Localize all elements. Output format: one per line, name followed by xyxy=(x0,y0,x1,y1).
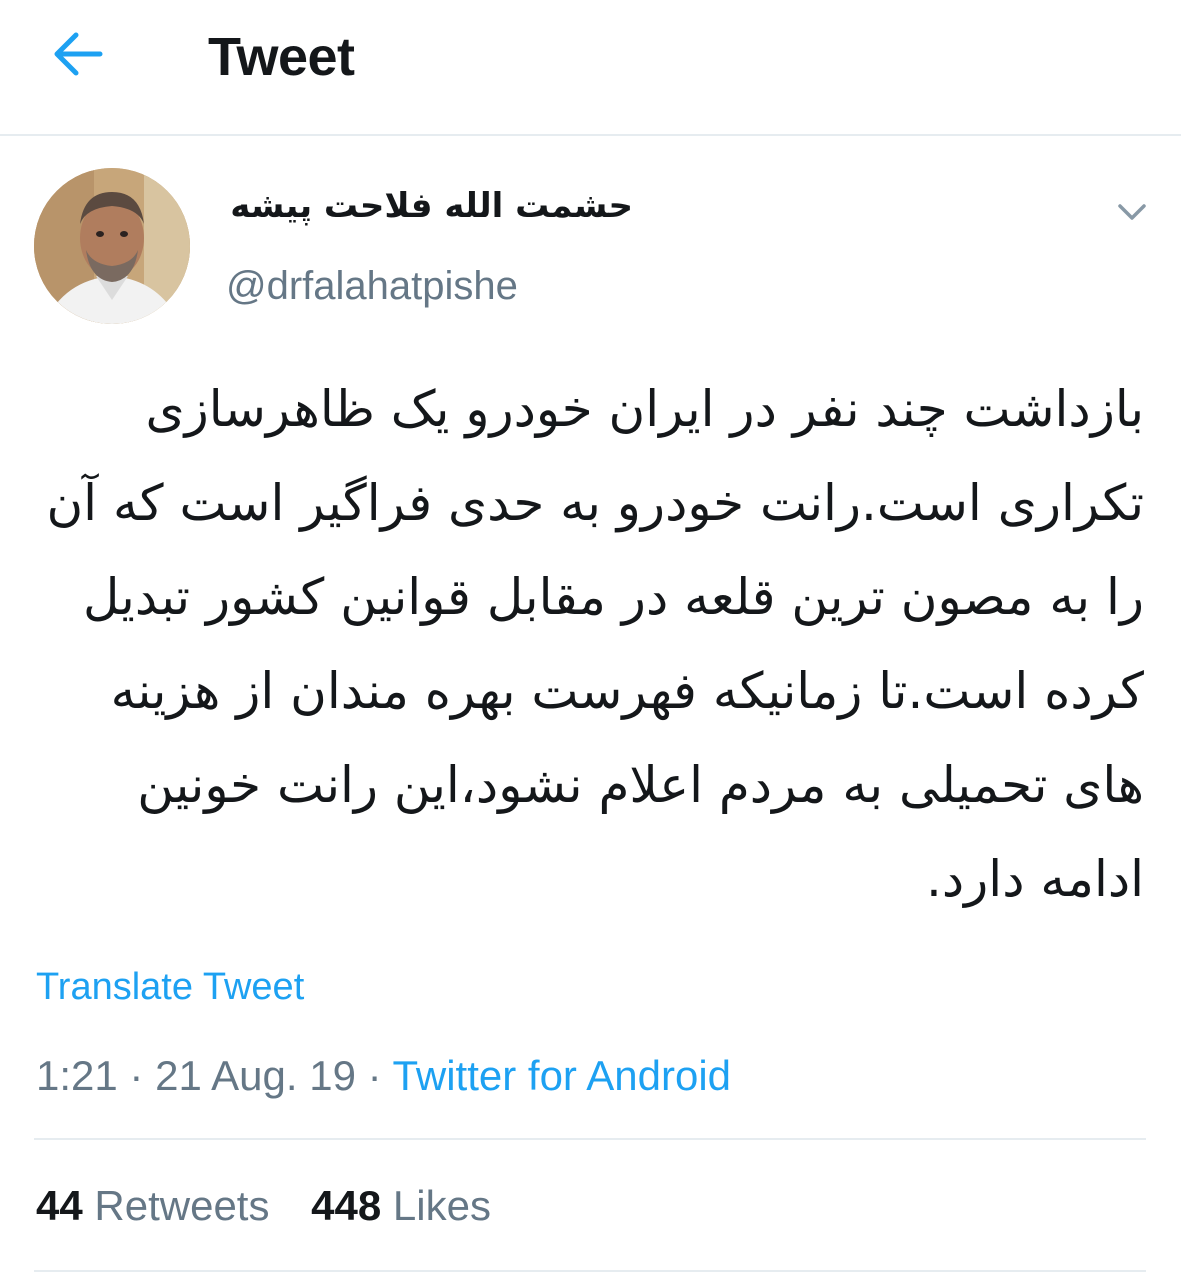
author-handle[interactable]: @drfalahatpishe xyxy=(226,264,518,309)
retweets-label: Retweets xyxy=(94,1182,270,1229)
arrow-left-icon xyxy=(54,32,103,76)
likes-label: Likes xyxy=(392,1182,491,1229)
translate-tweet-link[interactable]: Translate Tweet xyxy=(36,966,304,1009)
divider xyxy=(34,1138,1146,1140)
tweet-options-button[interactable] xyxy=(1108,194,1156,230)
meta-separator: · xyxy=(367,1052,382,1099)
divider xyxy=(34,1270,1146,1272)
tweet-stats: 44 Retweets 448 Likes xyxy=(36,1182,491,1230)
likes-count: 448 xyxy=(311,1182,382,1229)
author-display-name[interactable]: حشمت الله فلاحت پیشه xyxy=(230,186,633,226)
avatar[interactable] xyxy=(34,168,190,324)
top-app-bar: Tweet xyxy=(0,0,1181,136)
tweet-date: 21 Aug. 19 xyxy=(155,1052,356,1099)
likes-stat[interactable]: 448 Likes xyxy=(311,1182,491,1229)
meta-separator: · xyxy=(129,1052,144,1099)
retweets-stat[interactable]: 44 Retweets xyxy=(36,1182,269,1229)
profile-photo xyxy=(34,168,190,324)
tweet-meta: 1:21 · 21 Aug. 19 · Twitter for Android xyxy=(36,1052,731,1100)
back-button[interactable] xyxy=(40,22,120,86)
tweet-text: بازداشت چند نفر در ایران خودرو یک ظاهرسا… xyxy=(46,380,1144,908)
tweet-time: 1:21 xyxy=(36,1052,118,1099)
tweet-source-link[interactable]: Twitter for Android xyxy=(393,1052,731,1099)
chevron-down-icon xyxy=(1118,204,1146,220)
retweets-count: 44 xyxy=(36,1182,83,1229)
page-title: Tweet xyxy=(208,27,355,87)
